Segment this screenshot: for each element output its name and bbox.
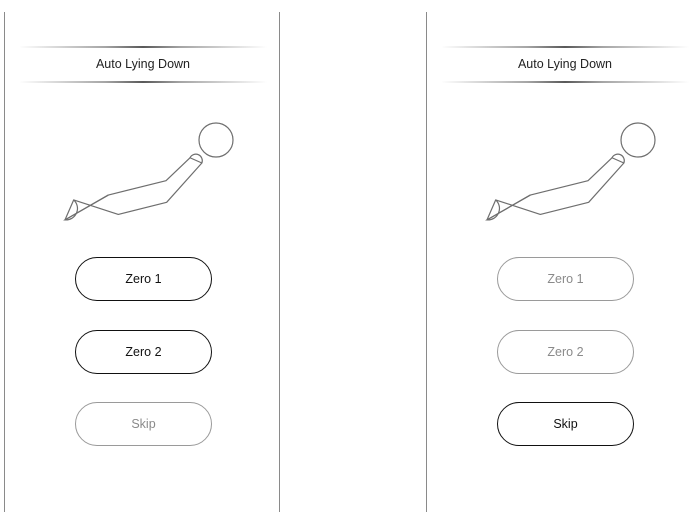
zero-2-button[interactable]: Zero 2 <box>75 330 212 374</box>
skip-button[interactable]: Skip <box>75 402 212 446</box>
header-divider-top <box>441 46 689 48</box>
reclining-chair-icon <box>485 122 656 221</box>
screen-left: Auto Lying Down Zero 1 Zero 2 Skip <box>4 12 280 512</box>
header-divider-top <box>19 46 267 48</box>
zero-2-button[interactable]: Zero 2 <box>497 330 634 374</box>
zero-1-button[interactable]: Zero 1 <box>75 257 212 301</box>
zero-1-button[interactable]: Zero 1 <box>497 257 634 301</box>
reclining-chair-icon <box>63 122 234 221</box>
skip-button[interactable]: Skip <box>497 402 634 446</box>
header: Auto Lying Down <box>441 45 689 84</box>
header-divider-bottom <box>19 81 267 83</box>
page-title: Auto Lying Down <box>517 57 613 71</box>
page-title: Auto Lying Down <box>95 57 191 71</box>
header: Auto Lying Down <box>19 45 267 84</box>
screen-right: Auto Lying Down Zero 1 Zero 2 Skip <box>426 12 697 512</box>
header-divider-bottom <box>441 81 689 83</box>
